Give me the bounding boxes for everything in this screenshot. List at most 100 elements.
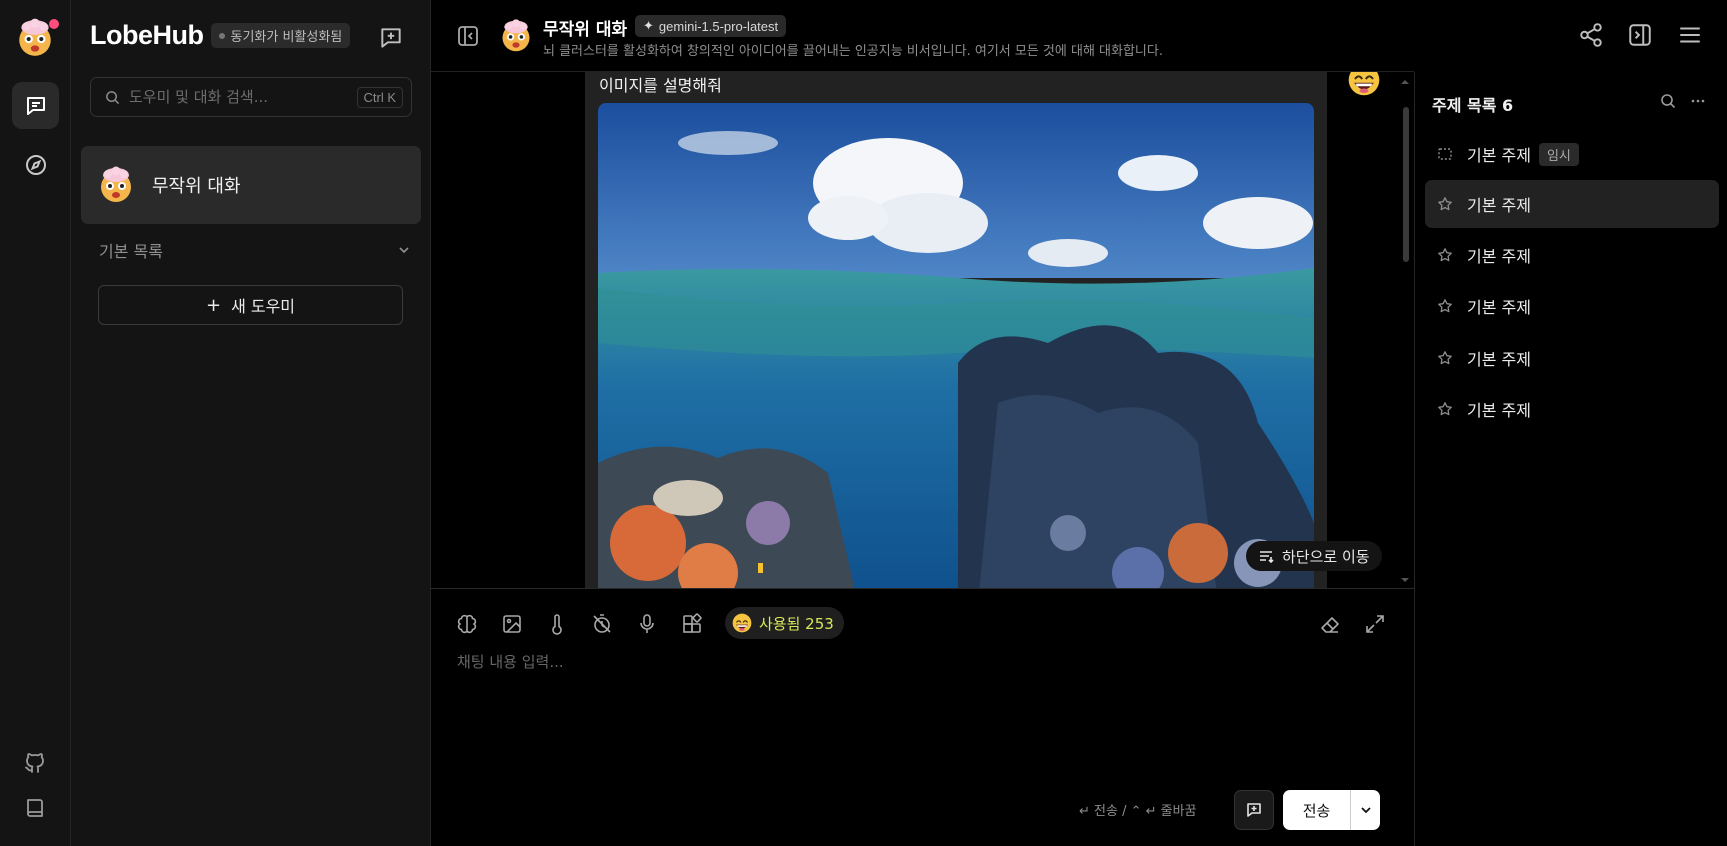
chevron-down-icon <box>399 247 409 254</box>
new-agent-label: 새 도우미 <box>231 297 296 316</box>
grinning-emoji-icon <box>731 612 753 634</box>
user-message-text: 이미지를 설명해줘 <box>599 76 722 95</box>
chat-message-input[interactable] <box>457 651 1387 751</box>
chevron-down-icon <box>1360 807 1371 814</box>
chat-title: 무작위 대화 <box>543 20 628 40</box>
topic-item[interactable]: 기본 주제 <box>1425 231 1719 279</box>
topic-panel: 주제 목록 6 기본 주제 임시 기본 주제 기본 주제 기본 주제 기본 주제… <box>1414 72 1727 846</box>
search-icon <box>106 90 120 104</box>
star-icon[interactable] <box>1437 401 1453 417</box>
topic-item-label: 기본 주제 <box>1467 401 1531 420</box>
docs-book-icon[interactable] <box>23 796 47 820</box>
session-search[interactable]: Ctrl K <box>90 77 412 117</box>
image-icon <box>503 615 521 633</box>
sidebar-collapse-icon[interactable] <box>457 25 479 47</box>
star-icon[interactable] <box>1437 196 1453 212</box>
send-button[interactable]: 전송 <box>1283 790 1350 830</box>
nav-rail <box>0 0 71 846</box>
dashed-square-icon <box>1438 148 1452 160</box>
sync-status-badge[interactable]: 동기화가 비활성화됨 <box>211 23 351 48</box>
topic-list-title: 주제 목록 6 <box>1432 96 1514 115</box>
clear-input-button[interactable] <box>1319 613 1343 637</box>
github-icon[interactable] <box>23 751 47 775</box>
sync-status-dot <box>219 32 226 39</box>
topic-item-label: 기본 주제 <box>1467 298 1531 317</box>
history-limit-button[interactable] <box>591 613 615 637</box>
message-plus-icon <box>1247 803 1261 817</box>
session-item-random-chat[interactable]: 무작위 대화 <box>81 146 421 224</box>
notification-dot <box>49 19 59 29</box>
model-tag[interactable]: ✦ gemini-1.5-pro-latest <box>635 15 787 37</box>
star-icon[interactable] <box>1437 247 1453 263</box>
session-item-label: 무작위 대화 <box>152 176 241 197</box>
send-button-group: 전송 <box>1283 790 1380 830</box>
upload-image-button[interactable] <box>501 613 525 637</box>
topic-item-label: 기본 주제 <box>1467 350 1531 369</box>
brain-icon <box>457 614 477 634</box>
plus-icon: + <box>205 294 222 316</box>
topic-item-label: 기본 주제 <box>1467 196 1531 215</box>
plugins-button[interactable] <box>681 613 705 637</box>
star-icon[interactable] <box>1437 350 1453 366</box>
search-icon[interactable] <box>1660 93 1676 109</box>
agent-description: 뇌 클러스터를 활성화하여 창의적인 아이디어를 끌어내는 인공지능 비서입니다… <box>543 44 1163 59</box>
discover-nav-button[interactable] <box>12 141 59 188</box>
message-list[interactable]: 이미지를 설명해줘 하단으로 이동 <box>431 72 1414 588</box>
toggle-panel-icon[interactable] <box>1627 22 1653 48</box>
agent-avatar-icon[interactable] <box>498 18 534 54</box>
temporary-tag: 임시 <box>1538 142 1579 166</box>
underwater-coral-reef-image <box>598 103 1314 588</box>
send-shortcut-hint: ↵ 전송 / ⌃ ↵ 줄바꿈 <box>1079 804 1197 819</box>
scroll-down-arrow[interactable] <box>1401 578 1409 582</box>
compass-icon <box>25 154 46 175</box>
session-avatar-icon <box>96 165 136 205</box>
expand-input-button[interactable] <box>1364 613 1388 637</box>
chat-bubble-icon <box>26 96 45 115</box>
scrollbar-thumb[interactable] <box>1403 107 1409 262</box>
new-chat-icon[interactable] <box>378 25 404 51</box>
temperature-button[interactable] <box>546 613 570 637</box>
topic-item-label: 기본 주제 <box>1467 247 1531 266</box>
model-name: gemini-1.5-pro-latest <box>658 18 779 34</box>
star-icon[interactable] <box>1437 298 1453 314</box>
topic-item[interactable]: 기본 주제 <box>1425 282 1719 330</box>
more-options-icon[interactable] <box>1690 93 1706 109</box>
topic-item[interactable]: 기본 주제 <box>1425 385 1719 433</box>
token-usage-badge[interactable]: 사용됨 253 <box>725 607 844 639</box>
timer-off-icon <box>593 614 611 633</box>
scroll-up-arrow[interactable] <box>1401 80 1409 84</box>
scroll-bottom-icon <box>1260 551 1274 564</box>
session-search-input[interactable] <box>129 88 357 106</box>
sync-status-label: 동기화가 비활성화됨 <box>230 30 343 45</box>
model-select-button[interactable] <box>456 613 480 637</box>
token-usage-label: 사용됨 253 <box>759 614 834 633</box>
chat-nav-button[interactable] <box>12 82 59 129</box>
brand: LobeHub 동기화가 비활성화됨 <box>90 20 351 51</box>
topic-item-label: 기본 주제 <box>1467 146 1531 165</box>
default-group-label: 기본 목록 <box>99 242 163 261</box>
user-message: 이미지를 설명해줘 <box>585 72 1327 588</box>
default-group-header[interactable]: 기본 목록 <box>99 239 411 261</box>
session-sidebar: LobeHub 동기화가 비활성화됨 Ctrl K 무작위 대화 기본 목록 +… <box>71 0 431 846</box>
go-to-bottom-label: 하단으로 이동 <box>1282 547 1370 566</box>
share-icon[interactable] <box>1578 22 1604 48</box>
gemini-spark-icon: ✦ <box>643 18 654 33</box>
thermometer-icon <box>552 614 562 635</box>
topic-item[interactable]: 기본 주제 <box>1425 334 1719 382</box>
app-root: LobeHub 동기화가 비활성화됨 Ctrl K 무작위 대화 기본 목록 +… <box>0 0 1727 846</box>
new-agent-button[interactable]: + 새 도우미 <box>98 285 403 325</box>
new-topic-button[interactable] <box>1234 790 1274 830</box>
brand-logo-text: LobeHub <box>90 20 204 50</box>
assistant-avatar-icon[interactable] <box>1346 72 1382 98</box>
topic-item-temporary[interactable]: 기본 주제 임시 <box>1425 130 1719 178</box>
send-options-dropdown[interactable] <box>1350 790 1380 830</box>
topic-item[interactable]: 기본 주제 <box>1425 180 1719 228</box>
go-to-bottom-button[interactable]: 하단으로 이동 <box>1246 541 1382 571</box>
voice-input-button[interactable] <box>636 613 660 637</box>
search-shortcut-hint: Ctrl K <box>356 86 403 108</box>
chat-main: 무작위 대화 ✦ gemini-1.5-pro-latest 뇌 클러스터를 활… <box>431 0 1414 846</box>
chat-input-area: 사용됨 253 ↵ 전송 / ⌃ ↵ 줄바꿈 전송 <box>431 588 1414 846</box>
attached-image[interactable] <box>598 103 1314 588</box>
chat-header: 무작위 대화 ✦ gemini-1.5-pro-latest 뇌 클러스터를 활… <box>431 0 1414 72</box>
menu-icon[interactable] <box>1677 22 1703 48</box>
